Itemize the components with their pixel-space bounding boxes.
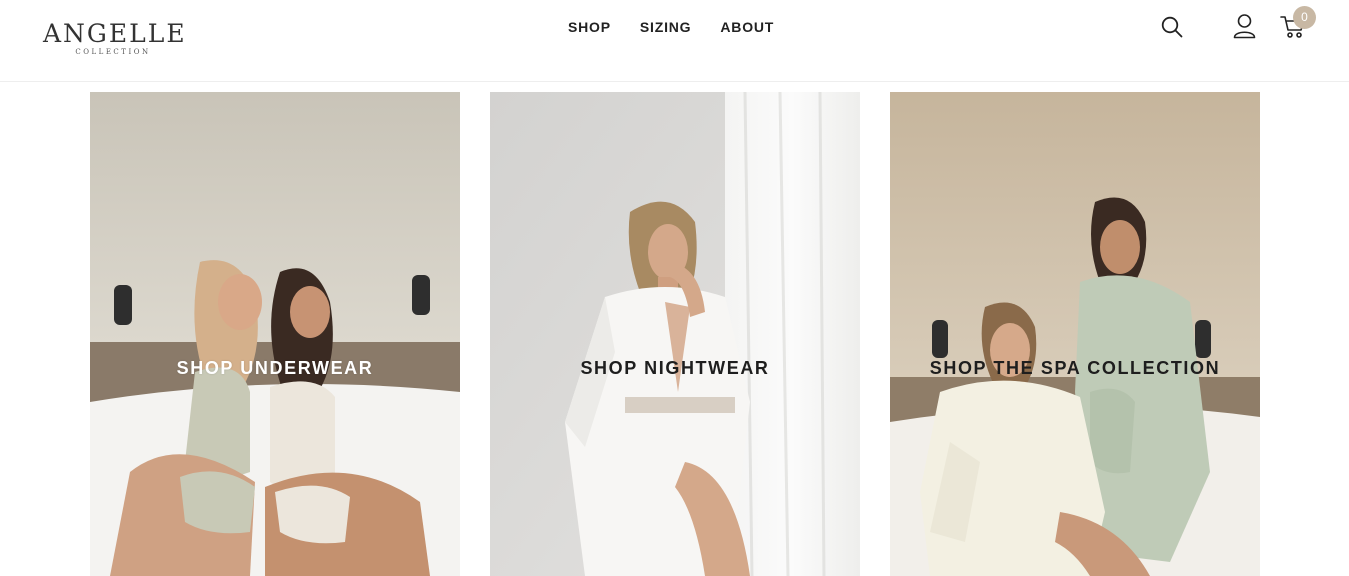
brand-logo[interactable]: ANGELLE COLLECTION [43, 19, 187, 60]
collection-title: SHOP THE SPA COLLECTION [929, 358, 1221, 378]
logo-name: ANGELLE [43, 19, 187, 48]
site-header: ANGELLE COLLECTION SHOP SIZING ABOUT 0 [0, 0, 1349, 82]
cart-count-badge: 0 [1293, 6, 1316, 29]
collection-title: SHOP NIGHTWEAR [580, 358, 770, 378]
user-icon[interactable] [1232, 13, 1257, 39]
nav-shop[interactable]: SHOP [568, 17, 611, 37]
collection-tile-spa[interactable]: SHOP THE SPA COLLECTION [890, 92, 1260, 576]
nightwear-photo [490, 92, 860, 576]
collection-title: SHOP UNDERWEAR [176, 358, 374, 378]
search-icon[interactable] [1160, 15, 1184, 39]
main-nav: SHOP SIZING ABOUT [568, 17, 774, 37]
collection-tile-nightwear[interactable]: SHOP NIGHTWEAR [490, 92, 860, 576]
nav-about[interactable]: ABOUT [720, 17, 774, 37]
spa-photo [890, 92, 1260, 576]
logo-tagline: COLLECTION [75, 48, 151, 56]
underwear-photo [90, 92, 460, 576]
collection-tile-underwear[interactable]: SHOP UNDERWEAR [90, 92, 460, 576]
nav-sizing[interactable]: SIZING [640, 17, 691, 37]
